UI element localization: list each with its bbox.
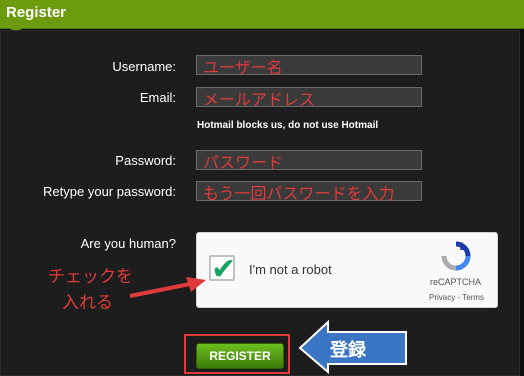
recaptcha-logo-icon xyxy=(441,241,471,271)
password-input[interactable]: パスワード xyxy=(196,150,422,172)
username-input[interactable]: ユーザー名 xyxy=(196,55,422,77)
password-label: Password: xyxy=(115,153,176,168)
retype-label: Retype your password: xyxy=(43,184,176,199)
retype-annotation: もう一回パスワードを入力 xyxy=(203,184,395,203)
register-button[interactable]: REGISTER xyxy=(196,343,284,369)
check-annotation-line1: チェックを xyxy=(48,267,133,287)
password-annotation: パスワード xyxy=(203,153,284,172)
retype-password-input[interactable]: もう一回パスワードを入力 xyxy=(196,181,422,203)
checkmark-icon: ✔ xyxy=(211,253,237,286)
username-annotation: ユーザー名 xyxy=(203,58,283,77)
register-annotation: 登録 xyxy=(330,340,366,361)
email-input[interactable]: メールアドレス xyxy=(196,87,422,109)
username-label: Username: xyxy=(112,59,176,74)
human-label: Are you human? xyxy=(80,236,176,251)
recaptcha-label: I'm not a robot xyxy=(249,262,332,277)
email-label: Email: xyxy=(139,90,176,105)
recaptcha-widget: ✔ I'm not a robot reCAPTCHA Privacy - Te… xyxy=(196,232,498,308)
header-bar: Register xyxy=(0,0,524,29)
recaptcha-brand: reCAPTCHA xyxy=(430,277,482,287)
header-title: Register xyxy=(6,4,67,21)
check-annotation-line2: 入れる xyxy=(62,293,113,313)
hotmail-hint: Hotmail blocks us, do not use Hotmail xyxy=(197,120,379,131)
recaptcha-links[interactable]: Privacy - Terms xyxy=(429,293,484,302)
email-annotation: メールアドレス xyxy=(203,90,316,109)
red-arrow-icon xyxy=(129,277,206,298)
recaptcha-checkbox[interactable]: ✔ xyxy=(209,255,236,285)
